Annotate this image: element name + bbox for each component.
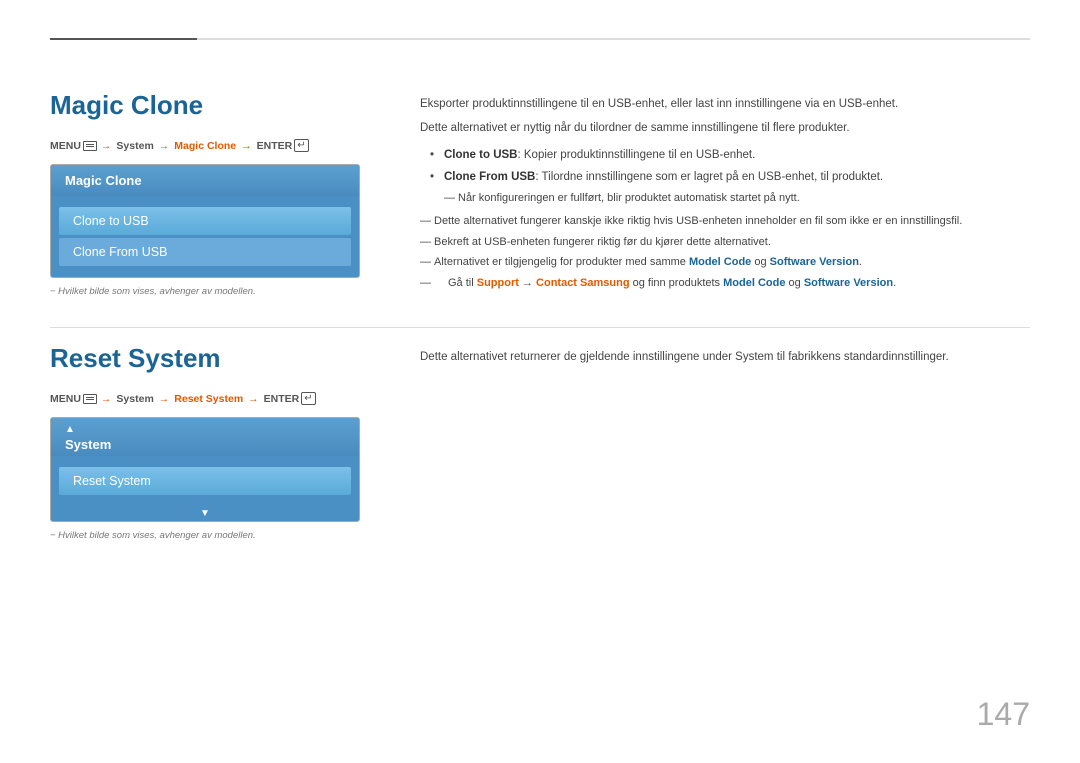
note4-mid: og finn produktets <box>630 277 724 289</box>
magic-clone-left: Magic Clone MENU → System → Magic Clone … <box>50 90 360 297</box>
path-enter: ENTER <box>257 140 293 152</box>
page-container: Magic Clone MENU → System → Magic Clone … <box>0 0 1080 763</box>
top-rule <box>50 38 1030 40</box>
magic-clone-panel: Magic Clone Clone to USB Clone From USB <box>50 164 360 278</box>
note4-mid2: og <box>785 277 803 289</box>
magic-clone-title: Magic Clone <box>50 90 360 121</box>
path-magic-clone: Magic Clone <box>174 140 236 152</box>
note3-kw2: Software Version <box>770 256 859 268</box>
path-arrow1: → <box>101 140 112 152</box>
note4-kw1: Model Code <box>723 277 785 289</box>
note4-link2: Contact Samsung <box>536 277 630 289</box>
sub-note1: Når konfigureringen er fullført, blir pr… <box>444 190 1030 208</box>
note4-kw2: Software Version <box>804 277 893 289</box>
path-arrow2: → <box>159 140 170 152</box>
reset-system-right: Dette alternativet returnerer de gjelden… <box>420 343 1030 541</box>
note3-prefix: Alternativet er tilgjengelig for produkt… <box>434 256 689 268</box>
reset-menu-label: MENU <box>50 393 81 405</box>
reset-path-arrow2: → <box>159 393 170 405</box>
note4-arrow: → <box>519 277 536 289</box>
note3-mid: og <box>751 256 769 268</box>
bullet2-text: : Tilordne innstillingene som er lagret … <box>535 171 883 183</box>
magic-clone-panel-note: − Hvilket bilde som vises, avhenger av m… <box>50 286 360 297</box>
bullet-clone-from-usb: Clone From USB: Tilordne innstillingene … <box>430 168 1030 207</box>
menu-label: MENU <box>50 140 81 152</box>
reset-path-highlight: Reset System <box>174 393 243 405</box>
menu-icon <box>83 141 97 151</box>
note4-suffix: . <box>893 277 896 289</box>
reset-panel-header: ▲ System <box>51 418 359 456</box>
panel-header: Magic Clone <box>51 165 359 196</box>
reset-system-desc: Dette alternativet returnerer de gjelden… <box>420 348 1030 366</box>
enter-icon: ↵ <box>294 139 308 152</box>
reset-system-section: Reset System MENU → System → Reset Syste… <box>50 343 1030 561</box>
note1: Dette alternativet fungerer kanskje ikke… <box>420 213 1030 231</box>
magic-clone-bullets: Clone to USB: Kopier produktinnstillinge… <box>430 146 1030 207</box>
magic-clone-desc1: Eksporter produktinnstillingene til en U… <box>420 95 1030 113</box>
bullet2-keyword: Clone From USB <box>444 171 535 183</box>
reset-system-panel-note: − Hvilket bilde som vises, avhenger av m… <box>50 530 360 541</box>
content-wrapper: Magic Clone MENU → System → Magic Clone … <box>50 60 1030 561</box>
panel-spacer-bottom <box>51 269 359 277</box>
reset-system-item[interactable]: Reset System <box>59 467 351 495</box>
magic-clone-right: Eksporter produktinnstillingene til en U… <box>420 90 1030 297</box>
page-number: 147 <box>977 696 1030 733</box>
bullet1-text: : Kopier produktinnstillingene til en US… <box>517 149 755 161</box>
reset-path-system: System <box>116 393 153 405</box>
clone-to-usb-item[interactable]: Clone to USB <box>59 207 351 235</box>
reset-system-title: Reset System <box>50 343 360 374</box>
note3-kw1: Model Code <box>689 256 751 268</box>
section-divider <box>50 327 1030 328</box>
path-arrow3: → <box>241 140 252 152</box>
magic-clone-menu-path: MENU → System → Magic Clone → ENTER ↵ <box>50 139 360 152</box>
path-system: System <box>116 140 153 152</box>
reset-path-arrow1: → <box>101 393 112 405</box>
reset-system-left: Reset System MENU → System → Reset Syste… <box>50 343 360 541</box>
note4: Gå til Support → Contact Samsung og finn… <box>420 275 1030 293</box>
note3: Alternativet er tilgjengelig for produkt… <box>420 254 1030 272</box>
panel-arrow-down[interactable]: ▼ <box>51 506 359 521</box>
clone-from-usb-item[interactable]: Clone From USB <box>59 238 351 266</box>
reset-system-panel: ▲ System Reset System ▼ <box>50 417 360 522</box>
bullet-clone-to-usb: Clone to USB: Kopier produktinnstillinge… <box>430 146 1030 164</box>
reset-menu-icon <box>83 394 97 404</box>
magic-clone-section: Magic Clone MENU → System → Magic Clone … <box>50 90 1030 317</box>
note3-suffix: . <box>859 256 862 268</box>
reset-path-enter: ENTER <box>264 393 300 405</box>
bullet1-keyword: Clone to USB <box>444 149 517 161</box>
reset-path-arrow3: → <box>248 393 259 405</box>
note4-link1: Support <box>477 277 519 289</box>
reset-panel-spacer-bottom <box>51 498 359 506</box>
note2: Bekreft at USB-enheten fungerer riktig f… <box>420 234 1030 252</box>
panel-spacer-top <box>51 196 359 204</box>
reset-enter-icon: ↵ <box>301 392 315 405</box>
note4-prefix: Gå til <box>448 277 477 289</box>
reset-panel-header-label: System <box>65 437 111 452</box>
reset-panel-spacer-top <box>51 456 359 464</box>
reset-system-menu-path: MENU → System → Reset System → ENTER ↵ <box>50 392 360 405</box>
magic-clone-desc2: Dette alternativet er nyttig når du tilo… <box>420 119 1030 137</box>
panel-arrow-up[interactable]: ▲ <box>65 422 75 437</box>
